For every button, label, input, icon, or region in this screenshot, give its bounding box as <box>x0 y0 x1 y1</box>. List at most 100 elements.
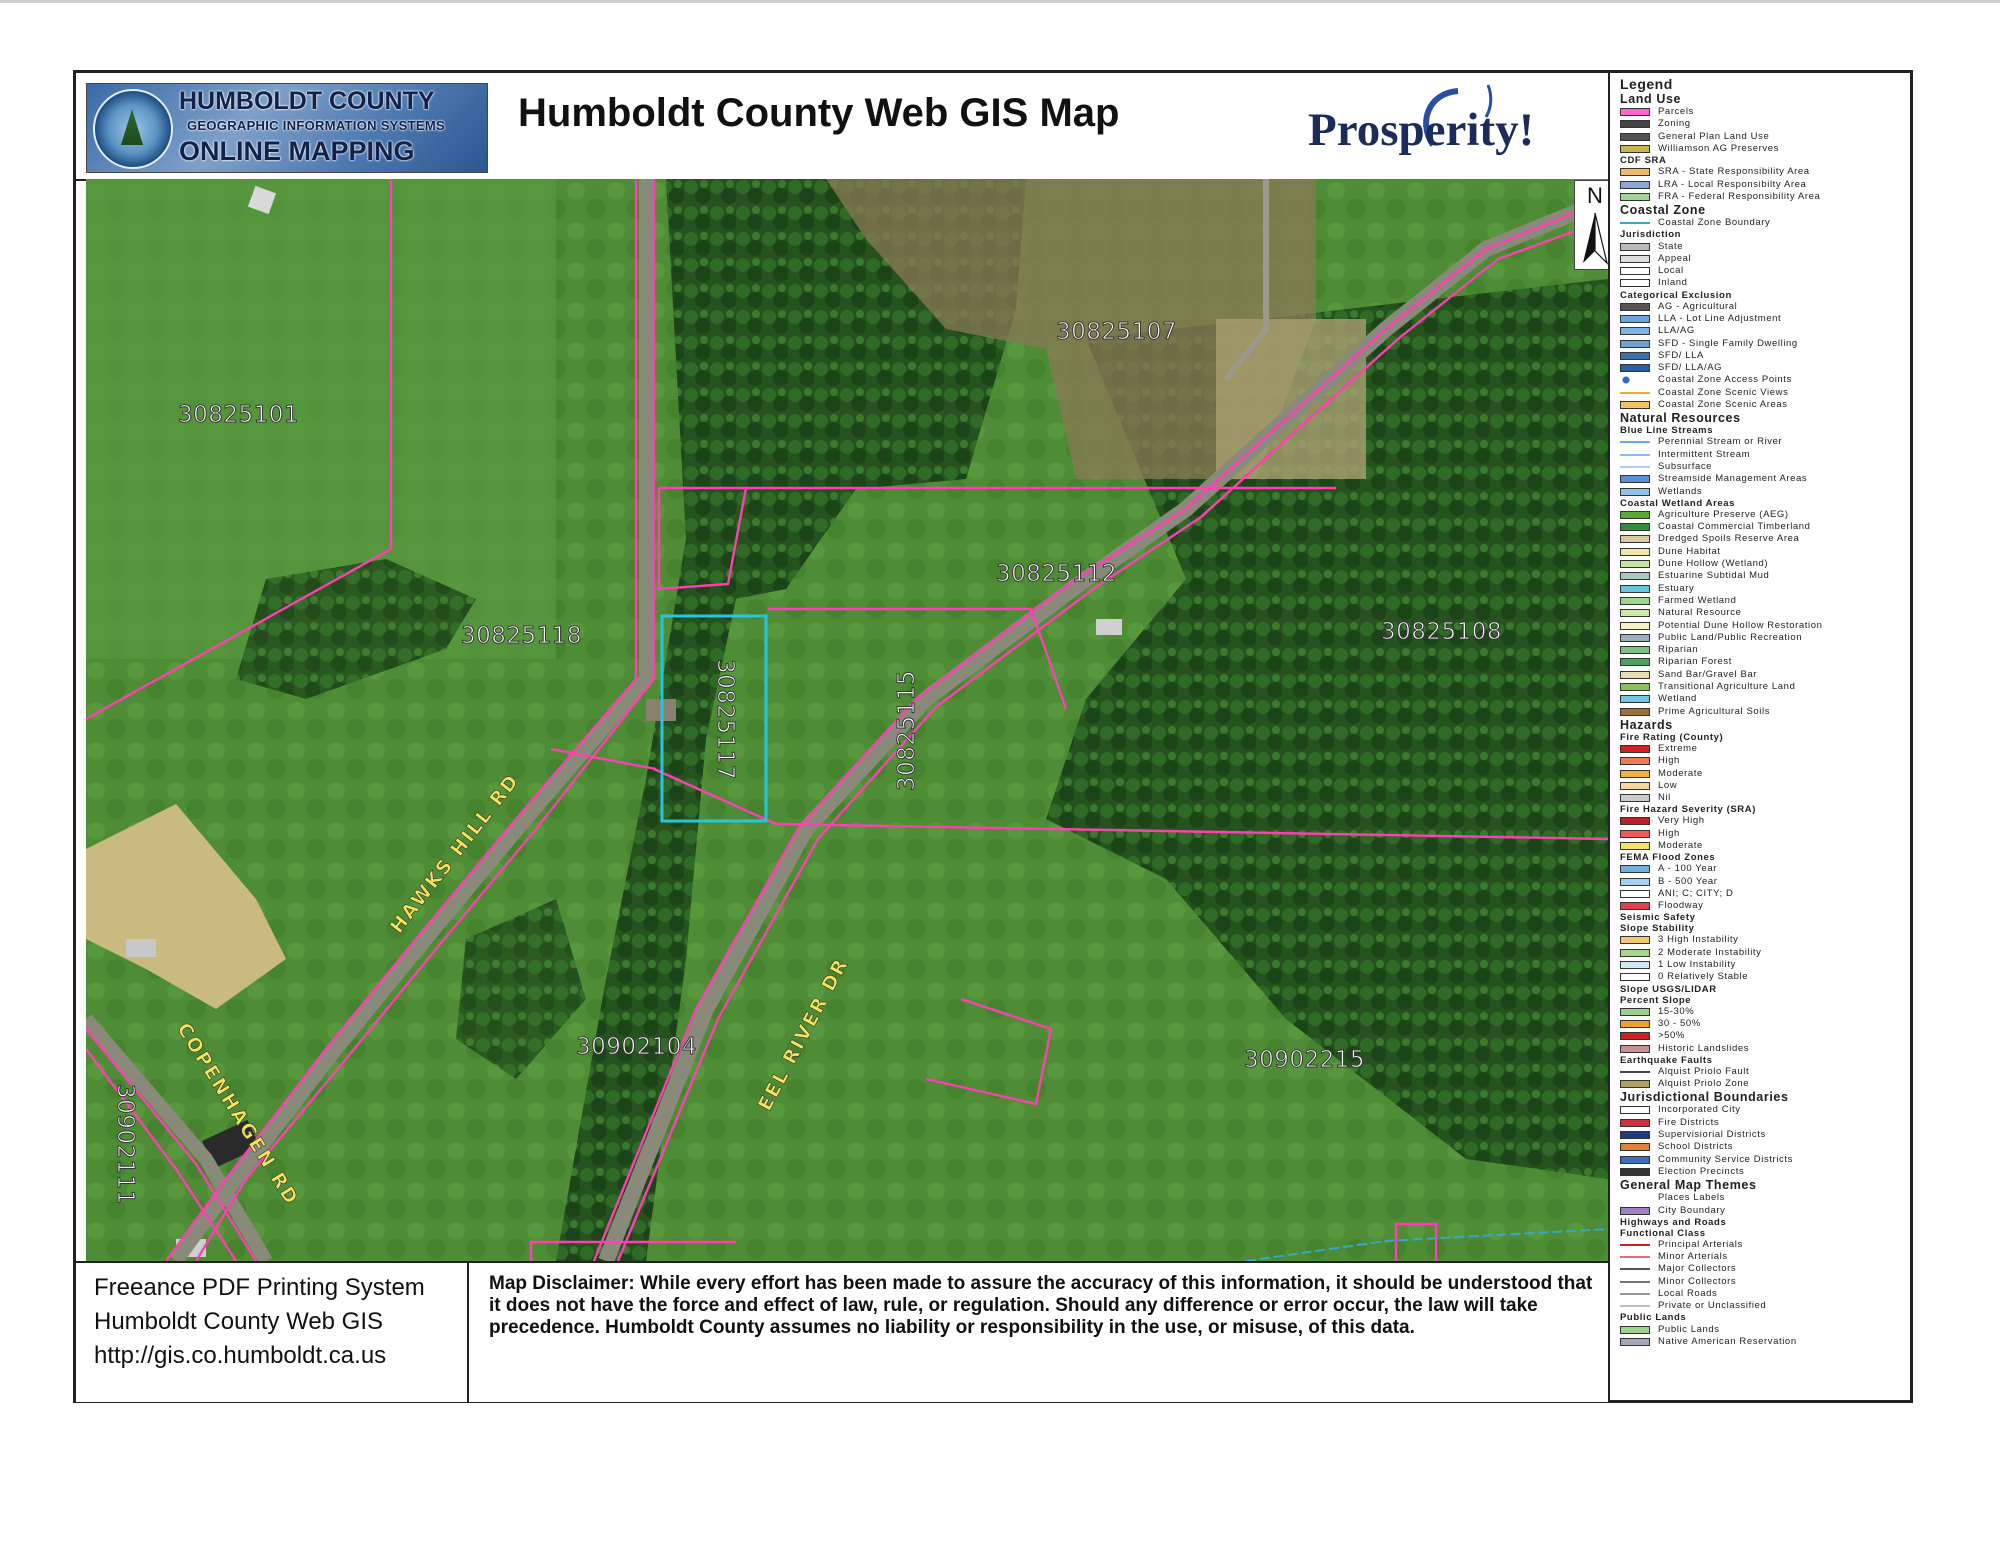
legend-item-label: SFD - Single Family Dwelling <box>1658 337 1798 349</box>
legend-item-label: Local Roads <box>1658 1288 1718 1299</box>
legend-item: Historic Landslides <box>1620 1042 1910 1054</box>
legend-swatch-icon <box>1620 1143 1650 1152</box>
legend-item-label: School Districts <box>1658 1141 1734 1153</box>
legend-section-heading: Hazards <box>1620 717 1673 732</box>
legend-swatch-icon <box>1620 441 1650 444</box>
legend-item-label: 1 Low Instability <box>1658 959 1736 971</box>
legend-swatch-icon <box>1620 621 1650 630</box>
legend-swatch-icon <box>1620 168 1650 177</box>
legend-swatch-icon <box>1620 841 1650 850</box>
legend-swatch-icon <box>1620 646 1650 655</box>
legend-item-label: >50% <box>1658 1030 1685 1042</box>
legend-item-label: General Plan Land Use <box>1658 130 1770 142</box>
legend-subheading: Public Lands <box>1620 1312 1687 1324</box>
legend-item-label: Parcels <box>1658 106 1694 118</box>
aerial-map-view[interactable]: N 30825101 30825107 30825112 30825108 30… <box>86 179 1608 1261</box>
legend-item-label: ANI; C; CITY; D <box>1658 887 1734 899</box>
legend-item-label: SRA - State Responsibility Area <box>1658 166 1810 178</box>
parcel-label[interactable]: 30902111 <box>112 1084 139 1206</box>
legend-swatch-icon <box>1620 695 1650 704</box>
legend-item-label: Moderate <box>1658 839 1703 851</box>
legend-swatch-icon <box>1620 1106 1650 1115</box>
legend-item-label: Riparian Forest <box>1658 656 1732 668</box>
legend-swatch-icon <box>1620 242 1650 251</box>
legend-item: Agriculture Preserve (AEG) <box>1620 509 1910 521</box>
legend-item: Estuarine Subtidal Mud <box>1620 570 1910 582</box>
legend-swatch-icon <box>1620 302 1650 311</box>
legend-item: Coastal Zone Boundary <box>1620 217 1910 229</box>
legend-swatch-icon <box>1620 794 1650 803</box>
legend-item: Principal Arterials <box>1620 1239 1910 1251</box>
legend-item: Appeal <box>1620 253 1910 265</box>
legend-subheading: Categorical Exclusion <box>1620 289 1732 301</box>
legend-item: Williamson AG Preserves <box>1620 143 1910 155</box>
legend-swatch-icon <box>1620 757 1650 766</box>
legend-swatch-icon <box>1620 1155 1650 1164</box>
legend-item: Transitional Agriculture Land <box>1620 681 1910 693</box>
legend-swatch-icon <box>1620 670 1650 679</box>
legend-swatch-icon <box>1620 547 1650 556</box>
legend-swatch-icon <box>1620 781 1650 790</box>
legend-swatch-icon <box>1620 658 1650 667</box>
legend-item: 0 Relatively Stable <box>1620 971 1910 983</box>
legend-item: Riparian <box>1620 644 1910 656</box>
legend-swatch-icon <box>1620 351 1650 360</box>
legend-item: Wetland <box>1620 693 1910 705</box>
legend-section-heading: Natural Resources <box>1620 411 1741 426</box>
legend-item: SFD/ LLA/AG <box>1620 362 1910 374</box>
map-disclaimer: Map Disclaimer: While every effort has b… <box>489 1273 1593 1338</box>
legend-item: Moderate <box>1620 767 1910 779</box>
legend-swatch-icon <box>1620 633 1650 642</box>
legend-item: Extreme <box>1620 743 1910 755</box>
legend-item: Dune Habitat <box>1620 546 1910 558</box>
legend-item: LRA - Local Responsibilty Area <box>1620 178 1910 190</box>
parcel-label[interactable]: 30825107 <box>1055 319 1177 346</box>
parcel-label[interactable]: 30825118 <box>460 623 582 650</box>
legend-subheading: Functional Class <box>1620 1227 1706 1239</box>
legend-item: B - 500 Year <box>1620 875 1910 887</box>
legend-item: AG - Agricultural <box>1620 301 1910 313</box>
legend-swatch-icon <box>1620 192 1650 201</box>
legend-swatch-icon <box>1620 769 1650 778</box>
legend-swatch-icon <box>1620 254 1650 263</box>
gis-url-link[interactable]: http://gis.co.humboldt.ca.us <box>94 1339 467 1373</box>
legend-item-label: Fire Districts <box>1658 1116 1720 1128</box>
legend-subheading: Fire Hazard Severity (SRA) <box>1620 804 1756 816</box>
legend-swatch-icon <box>1620 1019 1650 1028</box>
parcel-label[interactable]: 30825115 <box>894 669 921 791</box>
parcel-label[interactable]: 30825101 <box>177 402 299 429</box>
legend-swatch-icon <box>1620 1070 1650 1073</box>
legend-swatch-icon <box>1620 108 1650 117</box>
legend-item-label: Coastal Zone Scenic Views <box>1658 386 1789 398</box>
parcel-label[interactable]: 30902215 <box>1243 1047 1365 1074</box>
legend-item: Minor Arterials <box>1620 1251 1910 1263</box>
legend-subheading: Earthquake Faults <box>1620 1054 1713 1066</box>
logo-line-2: GEOGRAPHIC INFORMATION SYSTEMS <box>187 118 445 133</box>
legend-swatch-icon <box>1620 865 1650 874</box>
legend-item-label: SFD/ LLA <box>1658 349 1704 361</box>
parcel-label[interactable]: 30825112 <box>995 561 1117 588</box>
legend-item: Riparian Forest <box>1620 656 1910 668</box>
parcel-label[interactable]: 30825108 <box>1380 619 1502 646</box>
print-system-name: Freeance PDF Printing System <box>94 1274 425 1301</box>
map-title: Humboldt County Web GIS Map <box>518 91 1120 135</box>
legend-section-heading: Jurisdictional Boundaries <box>1620 1090 1789 1105</box>
legend-item-label: Moderate <box>1658 767 1703 779</box>
legend-swatch-icon <box>1620 1194 1650 1202</box>
legend-body: Land Use Parcels Zoning General Plan Land U… <box>1620 93 1910 1348</box>
map-header: HUMBOLDT COUNTY GEOGRAPHIC INFORMATION S… <box>76 73 1608 181</box>
legend-item-label: Prime Agricultural Soils <box>1658 705 1771 717</box>
legend-subheading: Fire Rating (County) <box>1620 731 1724 743</box>
legend-swatch-icon <box>1620 364 1650 373</box>
legend-item: Intermittent Stream <box>1620 449 1910 461</box>
legend-item: ANI; C; CITY; D <box>1620 888 1910 900</box>
legend-item: Natural Resource <box>1620 607 1910 619</box>
legend-item: Perennial Stream or River <box>1620 436 1910 448</box>
legend-swatch-icon <box>1620 1325 1650 1334</box>
legend-swatch-icon <box>1620 465 1650 468</box>
legend-item-label: 2 Moderate Instability <box>1658 946 1762 958</box>
legend-item-label: High <box>1658 827 1680 839</box>
legend-subheading: Jurisdiction <box>1620 229 1682 241</box>
parcel-label[interactable]: 30825117 <box>712 659 739 781</box>
parcel-label[interactable]: 30902104 <box>575 1034 697 1061</box>
